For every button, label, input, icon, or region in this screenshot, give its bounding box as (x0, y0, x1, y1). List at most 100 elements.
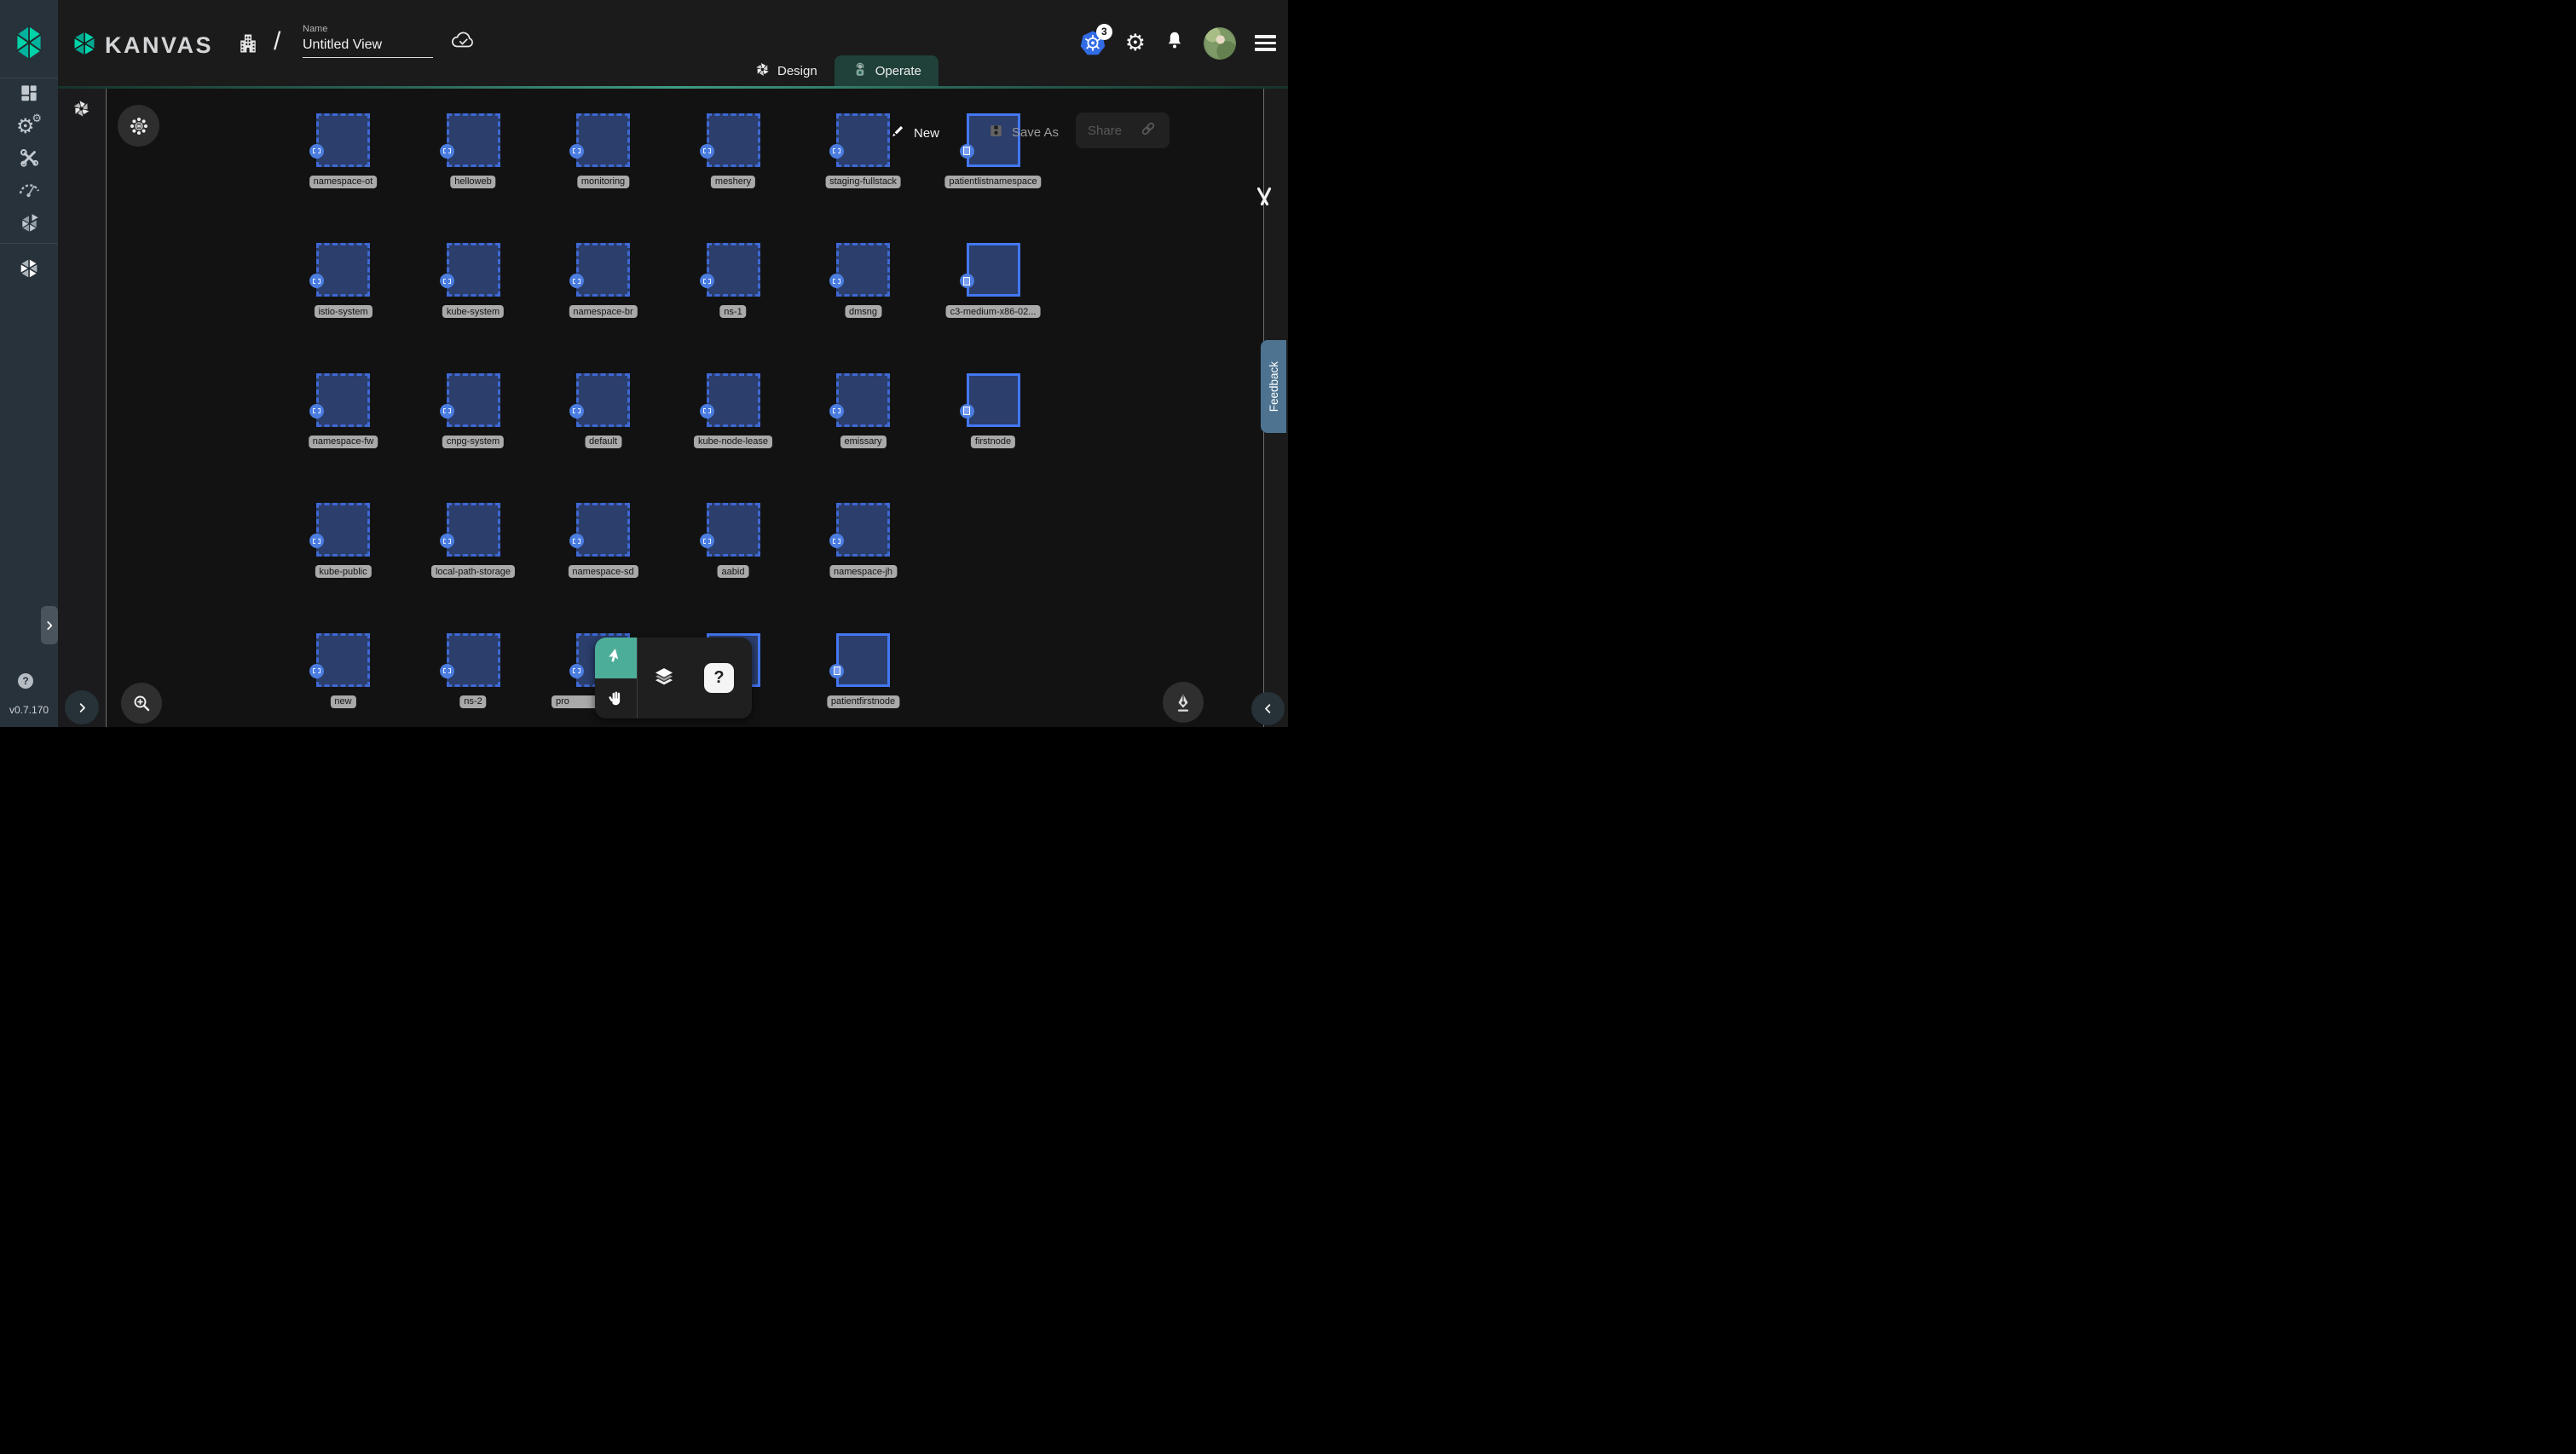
node-label: dmsng (845, 305, 881, 318)
toolbar-help-button[interactable]: ? (704, 663, 734, 693)
namespace-node[interactable]: patientfirstnode (836, 633, 890, 687)
namespace-glyph-icon (833, 539, 840, 544)
namespace-glyph-icon (443, 408, 451, 413)
share-button-label: Share (1088, 124, 1122, 138)
new-button[interactable]: New (889, 123, 939, 143)
node-label: staging-fullstack (825, 176, 901, 188)
tab-design-label: Design (777, 64, 817, 78)
namespace-node[interactable]: aabid (707, 503, 760, 557)
sidebar-item-dashboard[interactable] (0, 80, 58, 109)
namespace-node[interactable]: namespace-br (576, 243, 630, 297)
namespace-glyph-icon (573, 668, 580, 673)
sidebar-divider (0, 243, 58, 244)
sidebar-item-performance[interactable] (0, 176, 58, 205)
namespace-node[interactable]: monitoring (576, 113, 630, 167)
kanvas-wordmark: KANVAS (105, 32, 213, 59)
save-as-button[interactable]: Save As (988, 123, 1059, 142)
sidebar-expand-toggle[interactable] (41, 606, 58, 644)
node-label: patientlistnamespace (944, 176, 1041, 188)
meshery-logo[interactable] (12, 22, 46, 67)
namespace-node[interactable]: kube-node-lease (707, 373, 760, 427)
tab-operate[interactable]: Operate (835, 55, 939, 86)
panel-expand-button[interactable] (65, 690, 99, 724)
namespace-glyph-icon (313, 539, 321, 544)
node-label: kube-public (315, 565, 371, 578)
pen-tool-button[interactable] (1163, 682, 1204, 723)
notifications-bell-icon[interactable] (1164, 30, 1185, 56)
lifecycle-gears-icon: ⚙⚙ (16, 114, 42, 140)
node-kind-badge (309, 664, 324, 678)
node-label: namespace-jh (829, 565, 897, 578)
lasso-tool-icon[interactable] (1255, 187, 1274, 211)
top-bar: KANVAS / Name Untitled View (58, 0, 1288, 86)
namespace-node[interactable]: istio-system (316, 243, 370, 297)
select-tool-button[interactable] (595, 638, 637, 678)
namespace-glyph-icon (313, 668, 321, 673)
operate-person-icon (852, 61, 869, 81)
sidebar: ⚙⚙ (0, 0, 58, 727)
node-kind-badge (960, 404, 974, 418)
panel-collapse-button[interactable] (1251, 692, 1285, 725)
sidebar-item-lifecycle[interactable]: ⚙⚙ (0, 113, 58, 141)
namespace-glyph-icon (313, 408, 321, 413)
kanvas-logo[interactable]: KANVAS (70, 29, 213, 62)
namespace-node[interactable]: default (576, 373, 630, 427)
namespace-node[interactable]: emissary (836, 373, 890, 427)
namespace-node[interactable]: namespace-ot (316, 113, 370, 167)
node-label: patientfirstnode (827, 695, 899, 708)
namespace-node[interactable]: helloweb (447, 113, 500, 167)
namespace-node[interactable]: firstnode (967, 373, 1020, 427)
namespace-node[interactable]: local-path-storage (447, 503, 500, 557)
meshsync-button[interactable] (118, 105, 159, 147)
node-kind-badge (829, 274, 844, 288)
node-kind-badge (700, 534, 714, 548)
kanvas-hexagon-icon (70, 29, 99, 62)
sidebar-item-configuration[interactable] (0, 145, 58, 174)
node-label: namespace-fw (309, 436, 378, 448)
tab-design[interactable]: Design (737, 55, 835, 86)
namespace-node[interactable]: namespace-sd (576, 503, 630, 557)
sidebar-item-catalog[interactable] (0, 211, 58, 240)
cloud-sync-icon[interactable] (449, 29, 477, 55)
organization-icon[interactable] (236, 31, 260, 61)
namespace-glyph-icon (573, 539, 580, 544)
namespace-glyph-icon (573, 148, 580, 153)
view-name-field[interactable]: Name Untitled View (303, 24, 433, 58)
node-label: default (585, 436, 621, 448)
node-kind-badge (569, 274, 584, 288)
node-kind-badge (440, 664, 454, 678)
namespace-node[interactable]: kube-system (447, 243, 500, 297)
namespace-node[interactable]: kube-public (316, 503, 370, 557)
configuration-tools-icon (18, 147, 40, 173)
node-label: ns-1 (719, 305, 746, 318)
layers-tool-button[interactable] (651, 663, 677, 695)
menu-hamburger-icon[interactable] (1255, 35, 1276, 51)
user-avatar[interactable] (1204, 27, 1236, 60)
save-as-label: Save As (1012, 125, 1059, 140)
node-kind-badge (309, 144, 324, 159)
kubernetes-context-button[interactable]: 3 (1079, 30, 1106, 57)
namespace-glyph-icon (313, 279, 321, 284)
settings-gear-icon[interactable]: ⚙ (1125, 32, 1146, 55)
namespace-node[interactable]: namespace-jh (836, 503, 890, 557)
namespace-node[interactable]: namespace-fw (316, 373, 370, 427)
namespace-node[interactable]: dmsng (836, 243, 890, 297)
node-kind-badge (440, 534, 454, 548)
sidebar-item-extensions[interactable] (0, 256, 58, 285)
namespace-node[interactable]: new (316, 633, 370, 687)
namespace-node[interactable]: ns-2 (447, 633, 500, 687)
namespace-node[interactable]: cnpg-system (447, 373, 500, 427)
node-kind-badge (309, 404, 324, 418)
help-button[interactable]: ? (18, 673, 33, 689)
view-name-input[interactable]: Untitled View (303, 38, 433, 58)
feedback-tab[interactable]: Feedback (1261, 340, 1286, 433)
zoom-in-button[interactable] (121, 683, 162, 724)
node-label: ns-2 (459, 695, 486, 708)
namespace-node[interactable]: c3-medium-x86-02... (967, 243, 1020, 297)
design-spiral-icon[interactable] (72, 99, 91, 123)
namespace-node[interactable]: ns-1 (707, 243, 760, 297)
share-button[interactable]: Share (1076, 113, 1170, 148)
canvas[interactable]: New Save As Share (106, 89, 1264, 727)
node-label: namespace-ot (309, 176, 378, 188)
pan-tool-button[interactable] (595, 678, 637, 718)
